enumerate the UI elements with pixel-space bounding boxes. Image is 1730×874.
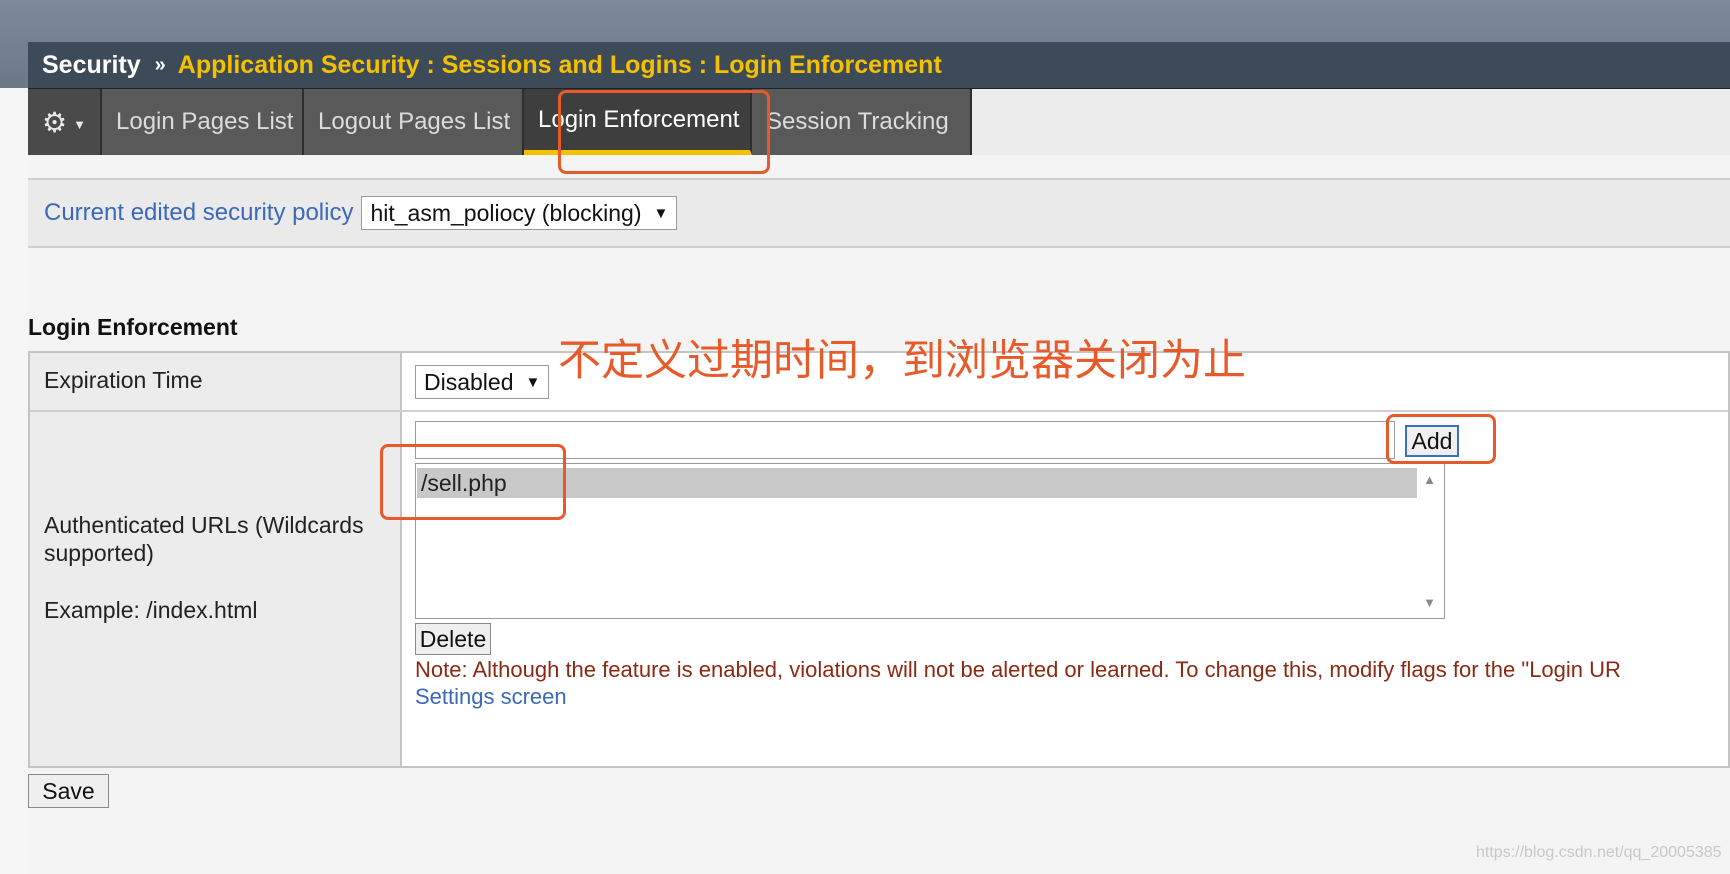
breadcrumb: Security » Application Security : Sessio… bbox=[28, 42, 1730, 89]
authenticated-urls-label: Authenticated URLs (Wildcards supported) bbox=[44, 512, 364, 566]
scroll-down-icon[interactable]: ▼ bbox=[1423, 595, 1436, 610]
tab-label: Login Pages List bbox=[116, 108, 294, 135]
note-text: Note: Although the feature is enabled, v… bbox=[415, 657, 1621, 682]
delete-button[interactable]: Delete bbox=[415, 623, 491, 655]
settings-menu-button[interactable]: ⚙ ▼ bbox=[28, 89, 102, 155]
tab-label: Session Tracking bbox=[766, 108, 949, 135]
policy-select-value: hit_asm_poliocy (blocking) bbox=[370, 199, 642, 226]
save-button[interactable]: Save bbox=[28, 774, 109, 808]
tab-login-pages-list[interactable]: Login Pages List bbox=[102, 89, 304, 155]
scroll-up-icon[interactable]: ▲ bbox=[1423, 472, 1436, 487]
expiration-time-select[interactable]: Disabled ▼ bbox=[415, 365, 550, 399]
policy-select[interactable]: hit_asm_poliocy (blocking) ▼ bbox=[361, 196, 678, 230]
policy-selector-bar: Current edited security policy hit_asm_p… bbox=[28, 178, 1730, 248]
page-content: Security » Application Security : Sessio… bbox=[28, 42, 1730, 874]
login-enforcement-table: Expiration Time Authenticated URLs (Wild… bbox=[28, 351, 1730, 768]
triangle-down-icon: ▼ bbox=[525, 373, 541, 391]
add-button[interactable]: Add bbox=[1405, 425, 1459, 457]
breadcrumb-section[interactable]: Security bbox=[42, 51, 141, 80]
expiration-select-value: Disabled bbox=[424, 368, 514, 395]
annotation-text: 不定义过期时间，到浏览器关闭为止 bbox=[558, 336, 1246, 386]
tab-label: Logout Pages List bbox=[318, 108, 511, 135]
list-item[interactable]: /sell.php bbox=[417, 468, 1417, 498]
tab-label: Login Enforcement bbox=[538, 105, 740, 133]
tab-login-enforcement[interactable]: Login Enforcement bbox=[524, 89, 752, 155]
settings-screen-link[interactable]: Settings screen bbox=[415, 684, 567, 710]
watermark: https://blog.csdn.net/qq_20005385 bbox=[1476, 844, 1722, 861]
section-title: Login Enforcement bbox=[28, 314, 238, 340]
tab-session-tracking[interactable]: Session Tracking bbox=[752, 89, 972, 155]
chevron-down-icon: ▼ bbox=[73, 116, 86, 132]
breadcrumb-path: Application Security : Sessions and Logi… bbox=[177, 50, 942, 79]
url-input[interactable] bbox=[415, 421, 1395, 459]
row-divider bbox=[30, 410, 1728, 412]
tab-bar: ⚙ ▼ Login Pages List Logout Pages List L… bbox=[28, 89, 1730, 155]
breadcrumb-separator: » bbox=[154, 53, 166, 76]
expiration-time-label: Expiration Time bbox=[44, 367, 203, 393]
gear-icon: ⚙ bbox=[42, 106, 68, 138]
policy-label: Current edited security policy bbox=[44, 199, 354, 226]
triangle-down-icon: ▼ bbox=[653, 204, 669, 222]
tab-logout-pages-list[interactable]: Logout Pages List bbox=[304, 89, 524, 155]
url-list[interactable]: /sell.php ▲ ▼ bbox=[415, 463, 1445, 619]
example-text: Example: /index.html bbox=[44, 597, 258, 623]
